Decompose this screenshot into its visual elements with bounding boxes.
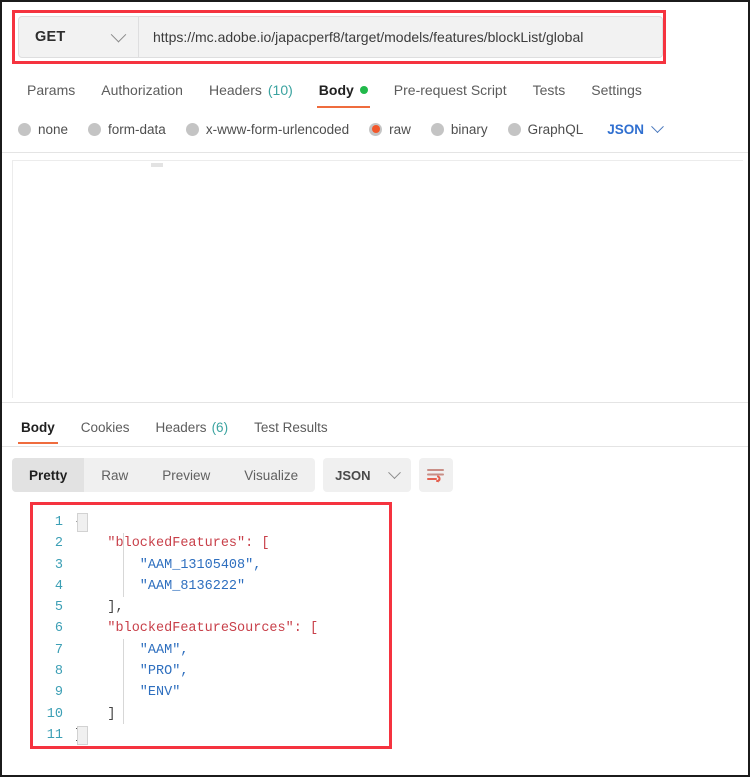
body-type-graphql[interactable]: GraphQL (507, 121, 584, 137)
view-mode-preview[interactable]: Preview (145, 458, 227, 492)
line-number: 8 (54, 664, 63, 680)
response-tab-headers[interactable]: Headers (6) (143, 410, 242, 444)
indent-guide (123, 533, 124, 597)
response-format-dropdown[interactable]: JSON (323, 458, 412, 492)
line-number: 10 (46, 706, 63, 722)
code-line: ], (75, 600, 124, 616)
view-mode-raw[interactable]: Raw (84, 458, 145, 492)
view-mode-raw-label: Raw (101, 467, 129, 483)
chevron-down-icon (651, 119, 664, 133)
editor-gutter-marker (151, 163, 163, 167)
tab-tests[interactable]: Tests (520, 72, 579, 108)
body-type-form-data-label: form-data (108, 121, 166, 137)
body-type-raw[interactable]: raw (369, 122, 411, 137)
tab-settings-label: Settings (591, 82, 642, 98)
tab-tests-label: Tests (532, 82, 566, 98)
radio-selected-icon (369, 122, 383, 136)
body-type-none-label: none (38, 121, 69, 137)
tab-authorization[interactable]: Authorization (88, 72, 196, 108)
tab-body[interactable]: Body (306, 72, 381, 108)
response-tabs: Body Cookies Headers (6) Test Results (2, 410, 748, 444)
brace-match-highlight (77, 726, 88, 745)
response-body-code[interactable]: 1 2 3 4 5 6 7 8 9 10 11 { "blockedFeatur… (33, 505, 389, 746)
body-format-label: JSON (607, 121, 644, 137)
response-tab-test-results[interactable]: Test Results (241, 410, 341, 444)
view-mode-visualize[interactable]: Visualize (227, 458, 315, 492)
response-format-label: JSON (335, 467, 371, 483)
view-mode-pretty[interactable]: Pretty (12, 458, 85, 492)
code-line: } (75, 725, 389, 746)
response-tab-headers-label: Headers (155, 419, 207, 435)
response-view-mode-group: Pretty Raw Preview Visualize (12, 458, 316, 492)
response-tab-cookies[interactable]: Cookies (68, 410, 143, 444)
tab-body-label: Body (318, 82, 354, 98)
line-number: 7 (54, 642, 63, 658)
radio-icon (430, 122, 444, 136)
divider (2, 402, 748, 403)
body-type-binary-label: binary (450, 121, 488, 137)
view-mode-preview-label: Preview (162, 467, 211, 483)
body-type-graphql-label: GraphQL (527, 121, 584, 137)
http-method-dropdown[interactable]: GET (19, 17, 139, 57)
response-tab-body-label: Body (21, 419, 55, 435)
body-type-binary[interactable]: binary (430, 121, 488, 137)
line-number: 11 (46, 727, 63, 743)
radio-icon (88, 122, 102, 136)
chevron-down-icon (388, 465, 401, 479)
line-number: 6 (54, 621, 63, 637)
indent-guide (123, 639, 124, 724)
request-tabs: Params Authorization Headers (10) Body P… (2, 72, 748, 108)
response-tab-test-results-label: Test Results (254, 419, 328, 435)
code-content: { "blockedFeatures": [ "AAM_13105408", "… (71, 505, 389, 746)
line-number-gutter: 1 2 3 4 5 6 7 8 9 10 11 (33, 505, 71, 746)
response-tab-headers-count: (6) (211, 419, 229, 435)
request-bar: GET https://mc.adobe.io/japacperf8/targe… (18, 16, 663, 58)
brace-match-highlight (77, 513, 88, 532)
line-number: 3 (54, 557, 63, 573)
body-type-options: none form-data x-www-form-urlencoded raw… (2, 112, 748, 146)
body-type-none[interactable]: none (18, 122, 68, 137)
wrap-lines-icon (427, 469, 445, 483)
body-type-form-data[interactable]: form-data (88, 122, 166, 137)
line-number: 9 (54, 685, 63, 701)
line-number: 5 (54, 600, 63, 616)
response-view-toolbar: Pretty Raw Preview Visualize JSON (12, 458, 454, 492)
tab-params-label: Params (27, 82, 76, 98)
request-body-editor[interactable] (12, 160, 743, 398)
tab-headers-label: Headers (208, 82, 262, 98)
body-type-x-www-form-urlencoded[interactable]: x-www-form-urlencoded (185, 121, 350, 137)
view-mode-visualize-label: Visualize (244, 467, 299, 483)
body-type-x-www-form-urlencoded-label: x-www-form-urlencoded (205, 121, 350, 137)
view-mode-pretty-label: Pretty (29, 467, 68, 483)
tab-headers[interactable]: Headers (10) (196, 72, 306, 108)
tab-params[interactable]: Params (14, 72, 88, 108)
url-text: https://mc.adobe.io/japacperf8/target/mo… (153, 29, 584, 45)
tab-settings[interactable]: Settings (578, 72, 655, 108)
line-number: 2 (54, 536, 63, 552)
http-method-label: GET (35, 29, 66, 45)
body-type-raw-label: raw (389, 121, 411, 137)
tab-pre-request-script-label: Pre-request Script (393, 82, 507, 98)
url-input[interactable]: https://mc.adobe.io/japacperf8/target/mo… (139, 17, 662, 57)
divider (2, 446, 748, 447)
postman-request-response-window: GET https://mc.adobe.io/japacperf8/targe… (0, 0, 750, 777)
code-line: { (75, 512, 389, 533)
tab-authorization-label: Authorization (101, 82, 183, 98)
radio-icon (185, 122, 199, 136)
response-tab-body[interactable]: Body (8, 410, 68, 444)
line-number: 4 (54, 578, 63, 594)
tab-headers-count: (10) (267, 82, 293, 98)
line-number: 1 (54, 515, 63, 530)
body-status-dot-icon (359, 86, 368, 94)
code-line: "blockedFeatureSources": [ (75, 621, 319, 637)
wrap-lines-button[interactable] (419, 458, 454, 492)
radio-icon (507, 122, 521, 136)
divider (2, 152, 748, 153)
body-format-dropdown[interactable]: JSON (607, 119, 664, 137)
radio-icon (18, 122, 31, 136)
response-tab-cookies-label: Cookies (80, 419, 130, 435)
tab-pre-request-script[interactable]: Pre-request Script (381, 72, 520, 108)
chevron-down-icon (110, 26, 127, 42)
